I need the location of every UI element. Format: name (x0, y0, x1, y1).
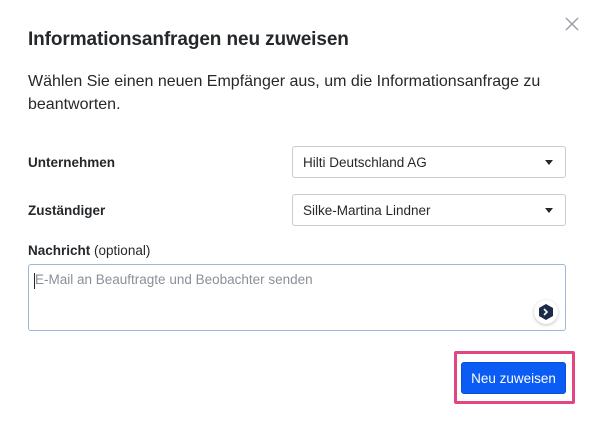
caret-down-icon (545, 160, 553, 165)
company-select-value: Hilti Deutschland AG (303, 155, 427, 170)
assignee-label: Zuständiger (28, 203, 106, 218)
close-icon (565, 17, 579, 31)
assignee-select-value: Silke-Martina Lindner (303, 203, 431, 218)
reassign-dialog: Informationsanfragen neu zuweisen Wählen… (0, 0, 594, 422)
message-label-text: Nachricht (28, 243, 91, 258)
message-optional-hint: (optional) (94, 243, 151, 258)
message-input[interactable] (29, 265, 565, 330)
reassign-submit-button[interactable]: Neu zuweisen (461, 362, 566, 394)
grammar-assistant-button[interactable] (534, 300, 558, 324)
message-box (28, 264, 566, 331)
company-label: Unternehmen (28, 155, 116, 170)
assignee-select[interactable]: Silke-Martina Lindner (292, 194, 566, 226)
caret-down-icon (545, 208, 553, 213)
dialog-description: Wählen Sie einen neuen Empfänger aus, um… (28, 73, 541, 113)
dialog-title: Informationsanfragen neu zuweisen (28, 29, 349, 50)
message-label: Nachricht (optional) (28, 243, 150, 258)
close-button[interactable] (562, 14, 582, 34)
text-cursor (34, 273, 35, 289)
company-select[interactable]: Hilti Deutschland AG (292, 146, 566, 178)
grammar-assistant-icon (539, 304, 553, 320)
